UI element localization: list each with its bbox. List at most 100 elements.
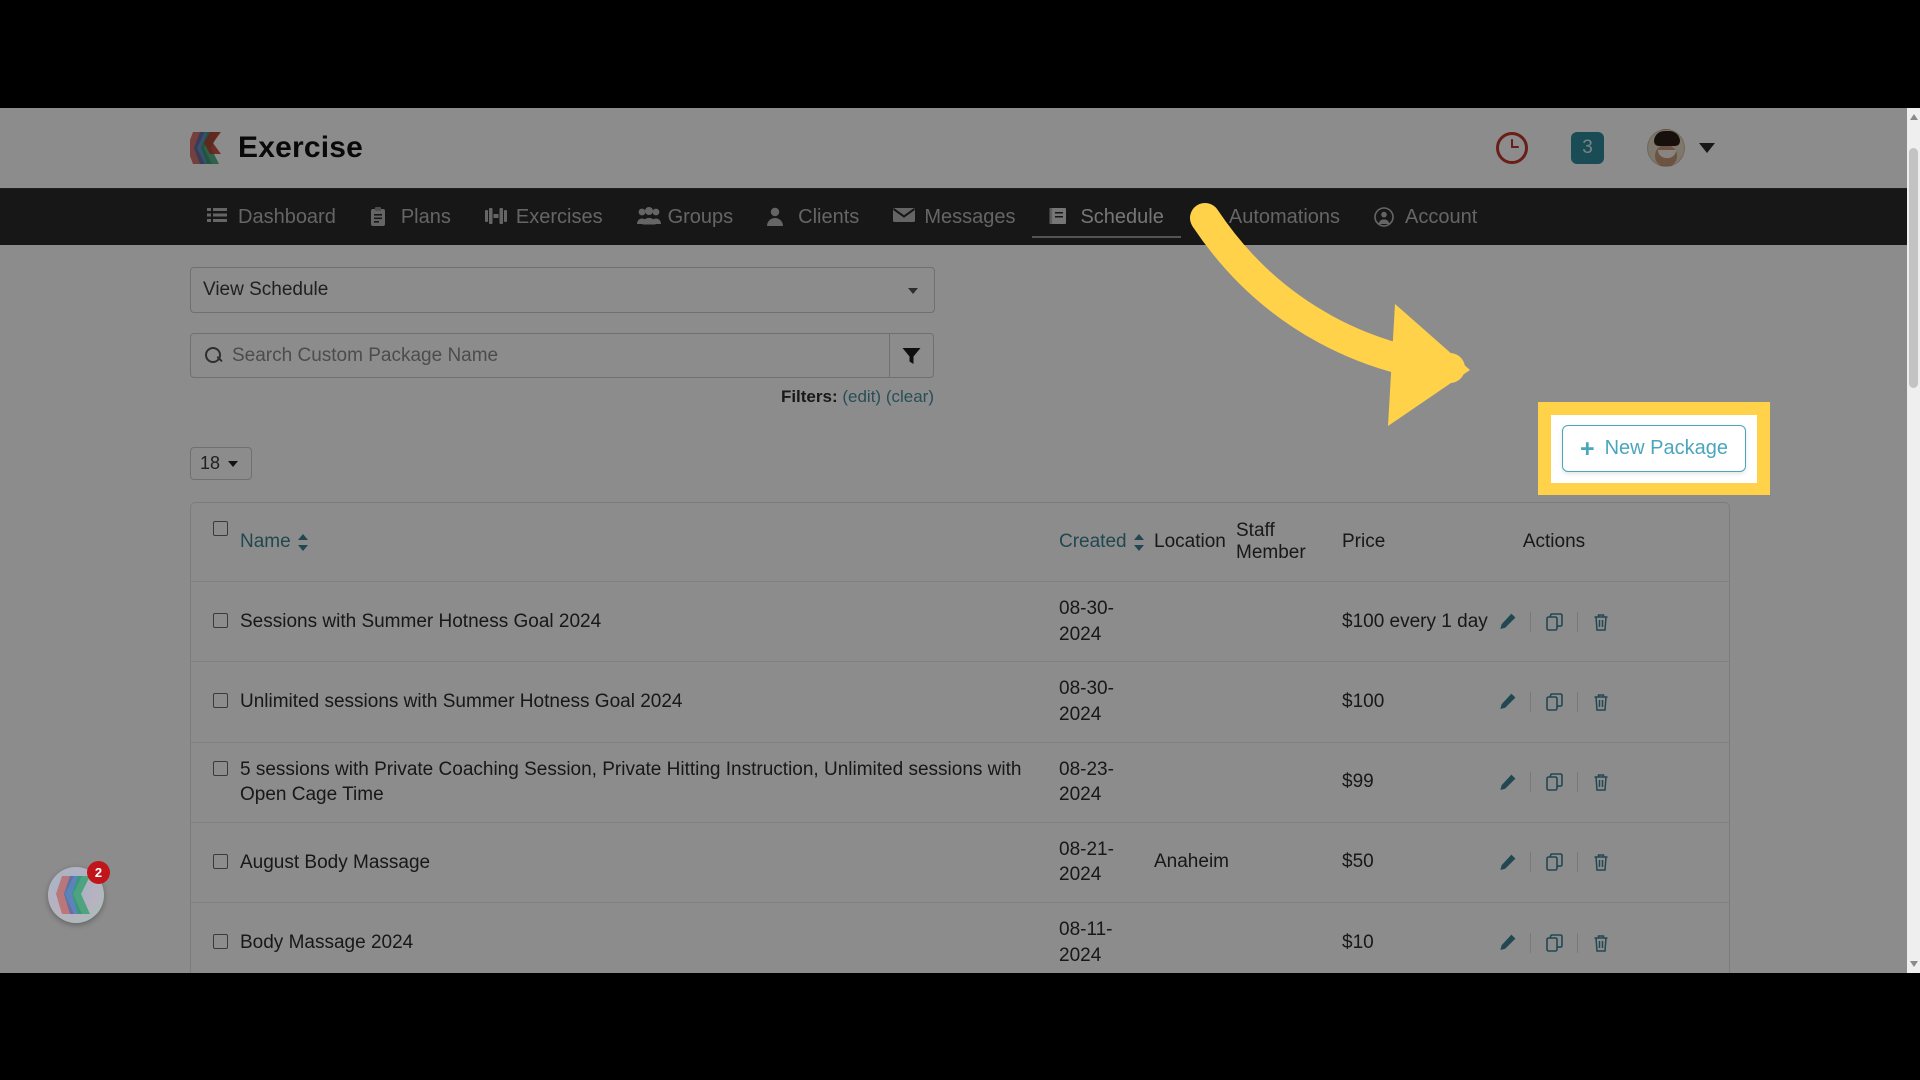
cell-created: 08-23- 2024 [1059, 758, 1114, 806]
nav-item-account[interactable]: Account [1357, 189, 1494, 245]
column-header-name[interactable]: Name [191, 503, 1059, 581]
nav-label: Dashboard [238, 205, 336, 228]
nav-item-dashboard[interactable]: Dashboard [190, 189, 353, 245]
trash-icon[interactable] [1588, 773, 1614, 791]
scroll-down-icon[interactable] [1910, 961, 1918, 967]
divider [1530, 691, 1531, 712]
cell-staff-member [1236, 929, 1342, 957]
nav-item-exercises[interactable]: Exercises [468, 189, 620, 245]
select-all-checkbox[interactable] [213, 521, 228, 536]
page-size-select[interactable]: 18 [190, 447, 252, 480]
cell-price: $10 [1342, 931, 1374, 953]
copy-icon[interactable] [1541, 773, 1567, 792]
cell-created: 08-11- 2024 [1059, 919, 1113, 966]
divider [1530, 932, 1531, 953]
table-row[interactable]: 5 sessions with Private Coaching Session… [191, 743, 1729, 823]
divider [1577, 772, 1578, 793]
nav-label: Clients [798, 205, 860, 228]
trash-icon[interactable] [1588, 693, 1614, 711]
search-icon [205, 347, 222, 364]
edit-pencil-icon[interactable] [1494, 774, 1520, 791]
column-header-created[interactable]: Created [1059, 517, 1154, 567]
nav-item-clients[interactable]: Clients [750, 189, 876, 245]
main-navigation: Dashboard Plans Exercises Groups Clients… [0, 188, 1920, 245]
cell-location: Anaheim [1154, 851, 1229, 873]
cell-location [1154, 929, 1236, 957]
edit-pencil-icon[interactable] [1494, 693, 1520, 710]
scroll-thumb[interactable] [1909, 148, 1918, 388]
dumbbell-icon [484, 207, 507, 227]
trash-icon[interactable] [1588, 853, 1614, 872]
column-header-price: Price [1342, 531, 1386, 552]
column-header-actions: Actions [1522, 531, 1586, 552]
nav-item-automations[interactable]: Automations [1181, 189, 1357, 245]
edit-pencil-icon[interactable] [1494, 613, 1520, 630]
page-scrollbar[interactable] [1907, 108, 1920, 973]
copy-icon[interactable] [1541, 853, 1567, 872]
table-row[interactable]: Sessions with Summer Hotness Goal 2024 08… [191, 582, 1729, 663]
book-icon [1049, 207, 1071, 227]
clock-icon[interactable] [1496, 132, 1528, 164]
new-package-button[interactable]: + New Package [1562, 425, 1746, 472]
table-row[interactable]: Body Massage 2024 08-11- 2024 $10 [191, 903, 1729, 973]
sort-icon [297, 533, 309, 551]
copy-icon[interactable] [1541, 693, 1567, 711]
filter-button[interactable] [890, 333, 934, 378]
account-menu[interactable] [1647, 129, 1715, 167]
brand-logo-group[interactable]: Exercise [187, 130, 363, 166]
cell-staff-member [1236, 688, 1342, 716]
nav-label: Schedule [1080, 205, 1164, 228]
cell-location [1154, 688, 1236, 716]
notification-badge[interactable]: 3 [1571, 132, 1604, 164]
package-name: Body Massage 2024 [240, 931, 414, 953]
brand-bar: Exercise 3 [0, 108, 1920, 188]
edit-pencil-icon[interactable] [1494, 854, 1520, 871]
cell-staff-member [1236, 848, 1342, 876]
cell-actions [1490, 838, 1618, 886]
new-package-label: New Package [1604, 437, 1728, 459]
row-checkbox[interactable] [213, 612, 228, 628]
column-header-location: Location [1154, 531, 1226, 552]
nav-item-messages[interactable]: Messages [876, 189, 1032, 245]
search-input[interactable]: Search Custom Package Name [190, 333, 890, 378]
divider [1530, 611, 1531, 632]
new-package-highlight-inner: + New Package [1551, 414, 1757, 483]
nav-item-groups[interactable]: Groups [620, 189, 751, 245]
table-row[interactable]: Unlimited sessions with Summer Hotness G… [191, 662, 1729, 743]
row-checkbox[interactable] [213, 933, 228, 949]
edit-pencil-icon[interactable] [1494, 934, 1520, 951]
sort-name[interactable]: Name [240, 517, 309, 567]
scroll-up-icon[interactable] [1910, 114, 1918, 120]
cell-staff-member [1236, 768, 1342, 796]
filters-clear-link[interactable]: (clear) [886, 387, 934, 406]
divider [1530, 772, 1531, 793]
nav-label: Plans [400, 205, 451, 228]
cell-name: Body Massage 2024 [191, 916, 1059, 970]
row-checkbox[interactable] [213, 693, 228, 709]
envelope-icon [893, 207, 916, 227]
chat-widget-button[interactable]: 2 [48, 861, 110, 923]
copy-icon[interactable] [1541, 933, 1567, 952]
copy-icon[interactable] [1541, 612, 1567, 631]
exercise-logo-icon [187, 130, 224, 166]
view-schedule-select[interactable]: View Schedule [190, 267, 935, 313]
nav-item-schedule[interactable]: Schedule [1032, 189, 1182, 245]
divider [1577, 852, 1578, 873]
user-circle-icon [1374, 207, 1396, 227]
row-checkbox[interactable] [213, 853, 228, 869]
cell-actions [1490, 598, 1618, 646]
nav-label: Automations [1228, 205, 1341, 228]
new-package-highlight: + New Package [1538, 402, 1770, 495]
search-placeholder: Search Custom Package Name [232, 344, 499, 366]
search-row: Search Custom Package Name [190, 333, 935, 378]
nav-item-plans[interactable]: Plans [353, 189, 468, 245]
table-row[interactable]: August Body Massage 08-21- 2024 Anaheim $50 [191, 823, 1729, 904]
row-checkbox[interactable] [213, 760, 228, 776]
cell-price: $100 every 1 day [1342, 610, 1488, 632]
filters-edit-link[interactable]: (edit) [842, 387, 881, 406]
cell-created: 08-21- 2024 [1059, 838, 1114, 886]
trash-icon[interactable] [1588, 934, 1614, 952]
trash-icon[interactable] [1588, 613, 1614, 631]
nav-label: Groups [667, 205, 734, 228]
chevron-down-icon [228, 460, 239, 467]
